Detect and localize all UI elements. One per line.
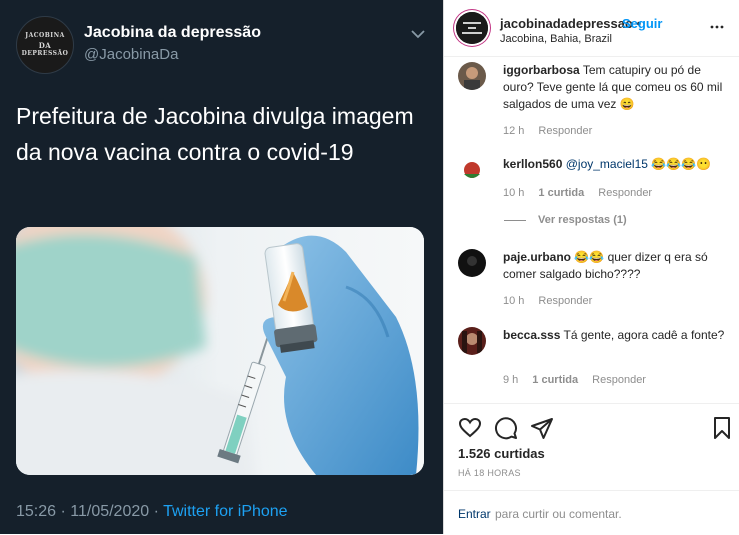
vaccine-photo-with-coxinha <box>16 227 424 475</box>
heart-icon[interactable] <box>458 416 482 440</box>
view-replies-button[interactable]: Ver respostas (1) <box>504 214 627 226</box>
commenter-avatar[interactable] <box>458 249 486 277</box>
account-username[interactable]: jacobinadadepressao • <box>500 16 641 31</box>
instagram-panel: jacobinadadepressao • Seguir Jacobina, B… <box>443 0 739 534</box>
avatar-logo <box>456 12 488 44</box>
more-options-icon[interactable] <box>710 20 724 34</box>
comment-body: iggorbarbosa Tem catupiry ou pó de ouro?… <box>503 62 731 113</box>
tweet-text: Prefeitura de Jacobina divulga imagem da… <box>16 103 414 165</box>
comment-time[interactable]: 9 h <box>503 374 518 386</box>
post-actions: 1.526 curtidas HÁ 18 HORAS Entrar para c… <box>444 403 739 534</box>
comment-meta: 12 h Responder <box>503 123 606 140</box>
post-location[interactable]: Jacobina, Bahia, Brazil <box>500 33 612 45</box>
comment-meta: 10 h Responder <box>503 293 606 310</box>
comment-username[interactable]: paje.urbano <box>503 250 571 264</box>
commenter-avatar[interactable] <box>458 327 486 355</box>
comment-box: Entrar para curtir ou comentar. <box>444 490 739 535</box>
avatar-logo-line-1: JACOBINA <box>25 32 65 39</box>
comment-username[interactable]: kerllon560 <box>503 157 562 171</box>
comment-body: paje.urbano 😂😂 quer dizer q era só comer… <box>503 249 731 283</box>
comment-time[interactable]: 12 h <box>503 125 524 137</box>
account-username-text[interactable]: jacobinadadepressao <box>500 16 633 31</box>
likes-count[interactable]: 1.526 curtidas <box>458 446 545 461</box>
tweet-source-link[interactable]: Twitter for iPhone <box>163 503 288 520</box>
comment-time[interactable]: 10 h <box>503 187 524 199</box>
chevron-down-icon[interactable] <box>410 26 426 42</box>
reply-button[interactable]: Responder <box>538 125 592 137</box>
avatar-logo-line-2: DA <box>38 41 52 50</box>
comment-username[interactable]: iggorbarbosa <box>503 63 580 77</box>
commenter-avatar[interactable] <box>458 62 486 90</box>
comment-likes[interactable]: 1 curtida <box>532 374 578 386</box>
comment-text: Tá gente, agora cadê a fonte? <box>563 328 725 342</box>
comment-prompt: para curtir ou comentar. <box>495 507 622 521</box>
comment-mention[interactable]: @joy_maciel15 <box>566 157 648 171</box>
comment-icon[interactable] <box>494 416 518 440</box>
comment-body: kerllon560 @joy_maciel15 😂😂😂😶 <box>503 156 731 173</box>
author-handle[interactable]: @JacobinaDa <box>84 46 178 63</box>
comment-meta: 9 h 1 curtida Responder <box>503 372 660 389</box>
avatar-logo-line-3: DEPRESSÃO <box>21 50 69 57</box>
tweet-image[interactable] <box>16 227 424 475</box>
account-avatar[interactable] <box>456 12 488 44</box>
reply-button[interactable]: Responder <box>538 295 592 307</box>
post-time[interactable]: HÁ 18 HORAS <box>458 468 521 478</box>
comment-likes[interactable]: 1 curtida <box>538 187 584 199</box>
replies-divider <box>504 219 526 221</box>
comment-meta: 10 h 1 curtida Responder <box>503 185 666 202</box>
reply-button[interactable]: Responder <box>598 187 652 199</box>
comment-text: 😂😂😂😶 <box>651 157 712 171</box>
follow-button[interactable]: Seguir <box>622 16 662 31</box>
share-icon[interactable] <box>530 416 554 440</box>
bookmark-icon[interactable] <box>710 416 734 440</box>
post-header: jacobinadadepressao • Seguir Jacobina, B… <box>444 0 739 57</box>
commenter-avatar[interactable] <box>458 156 486 184</box>
tweet-card: JACOBINA DA DEPRESSÃO Jacobina da depres… <box>0 0 443 534</box>
comment-time[interactable]: 10 h <box>503 295 524 307</box>
comment-username[interactable]: becca.sss <box>503 328 560 342</box>
view-replies-label[interactable]: Ver respostas (1) <box>538 214 627 226</box>
profile-avatar[interactable]: JACOBINA DA DEPRESSÃO <box>16 16 74 74</box>
author-name[interactable]: Jacobina da depressão <box>84 24 261 42</box>
login-link[interactable]: Entrar <box>458 507 491 521</box>
reply-button[interactable]: Responder <box>592 374 646 386</box>
comment-body: becca.sss Tá gente, agora cadê a fonte? <box>503 327 731 344</box>
tweet-timestamp[interactable]: 15:26 · 11/05/2020 · <box>16 503 163 520</box>
tweet-meta: 15:26 · 11/05/2020 · Twitter for iPhone <box>16 503 288 521</box>
